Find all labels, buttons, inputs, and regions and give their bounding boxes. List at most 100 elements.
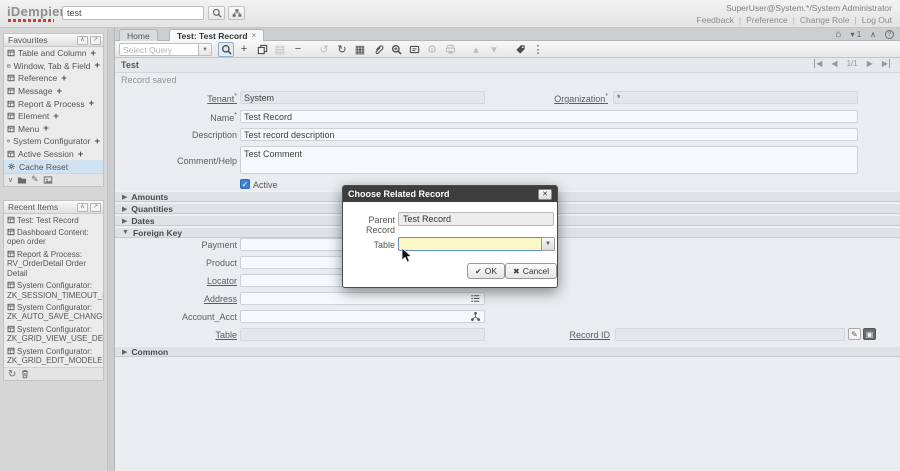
trash-icon[interactable]	[20, 369, 30, 379]
tab-home[interactable]: Home	[119, 29, 158, 41]
select-query-dropdown-icon[interactable]: ▼	[199, 43, 212, 56]
help-icon[interactable]: ?	[885, 30, 894, 39]
sidebar-item-report-process[interactable]: Report & Process+	[4, 97, 103, 110]
window-list-dropdown[interactable]: ▾ 1	[850, 30, 861, 39]
description-field[interactable]	[240, 128, 858, 141]
tenant-label[interactable]: Tenant*	[115, 93, 237, 104]
record-id-label[interactable]: Record ID	[488, 330, 610, 340]
window-count: 1	[857, 30, 861, 39]
add-favourite-icon[interactable]: +	[91, 48, 97, 59]
collapse-panel-icon[interactable]: ∧	[77, 36, 88, 45]
sidebar-item-system-configurator[interactable]: System Configurator+	[4, 135, 103, 148]
item-label: System Configurator: ZK_SESSION_TIMEOUT_…	[7, 281, 103, 299]
last-record-icon[interactable]: ▶	[882, 59, 890, 68]
add-favourite-icon[interactable]: +	[78, 149, 84, 160]
add-favourite-icon[interactable]: +	[89, 98, 95, 109]
table-lookup-input[interactable]	[398, 237, 541, 251]
home-icon[interactable]: ⌂	[835, 29, 841, 40]
status-message: Record saved	[121, 75, 177, 85]
recent-item[interactable]: Report & Process: RV_OrderDetail Order D…	[4, 248, 103, 279]
select-query-combo[interactable]: Select Query	[119, 43, 199, 56]
table-dropdown-icon[interactable]: ▼	[541, 237, 555, 251]
add-favourite-icon[interactable]: +	[61, 73, 67, 84]
find-button[interactable]	[218, 42, 234, 57]
more-actions-button[interactable]: ⋮	[530, 42, 546, 57]
sidebar-item-reference[interactable]: Reference+	[4, 72, 103, 85]
copy-icon	[257, 44, 268, 55]
sidebar-item-table-and-column[interactable]: Table and Column+	[4, 47, 103, 60]
tab-test-record[interactable]: Test: Test Record ×	[169, 29, 264, 41]
logout-link[interactable]: Log Out	[862, 15, 892, 25]
close-tab-icon[interactable]: ×	[252, 31, 257, 40]
zoom-record-icon: ▣	[866, 330, 874, 339]
label-button[interactable]	[512, 42, 528, 57]
address-field[interactable]	[240, 292, 485, 305]
address-label[interactable]: Address	[115, 294, 237, 304]
refresh-button[interactable]: ↻	[334, 42, 350, 57]
sidebar-item-message[interactable]: Message +	[4, 85, 103, 98]
close-dialog-button[interactable]: ✕	[538, 189, 552, 200]
cancel-button[interactable]: ✖Cancel	[505, 263, 557, 279]
sidebar-item-menu[interactable]: Menu+	[4, 123, 103, 136]
account-acct-field[interactable]	[240, 310, 485, 323]
dialog-header[interactable]: Choose Related Record ✕	[343, 186, 557, 202]
global-search-input[interactable]	[62, 6, 204, 20]
active-checkbox[interactable]: ✓	[240, 179, 250, 189]
attachment-button[interactable]	[370, 42, 386, 57]
record-id-edit-button[interactable]: ✎	[848, 328, 861, 340]
collapse-icon[interactable]: ∧	[870, 30, 876, 39]
chat-button[interactable]	[406, 42, 422, 57]
recent-item[interactable]: System Configurator: ZK_GRID_VIEW_USE_DE…	[4, 323, 103, 345]
name-field[interactable]	[240, 110, 858, 123]
preference-link[interactable]: Preference	[746, 15, 788, 25]
add-favourite-icon[interactable]: +	[53, 111, 59, 122]
recent-item[interactable]: Test: Test Record	[4, 214, 103, 226]
comment-help-field[interactable]: Test Comment	[240, 146, 858, 174]
grid-toggle-button[interactable]: ▦	[352, 42, 368, 57]
item-label: System Configurator: ZK_AUTO_SAVE_CHANGE…	[7, 303, 103, 321]
sidebar-item-cache-reset[interactable]: Cache Reset	[4, 160, 103, 173]
tabbar-controls: ⌂ ▾ 1 ∧ ?	[835, 28, 894, 41]
chevron-down-icon[interactable]: ∨	[8, 176, 13, 184]
item-label: Message	[18, 86, 53, 96]
add-favourite-icon[interactable]: +	[94, 136, 100, 147]
sidebar-splitter[interactable]	[108, 28, 115, 471]
delete-record-button[interactable]: −	[290, 42, 306, 57]
next-record-icon[interactable]: ▶	[867, 59, 873, 68]
collapse-panel-icon[interactable]: ∧	[77, 203, 88, 212]
add-favourite-icon[interactable]: +	[94, 60, 100, 71]
menu-lookup-button[interactable]	[228, 6, 245, 20]
copy-record-button[interactable]	[254, 42, 270, 57]
change-role-link[interactable]: Change Role	[800, 15, 850, 25]
edit-icon[interactable]: ✎	[31, 174, 39, 185]
sidebar-item-window-tab-field[interactable]: Window, Tab & Field+	[4, 60, 103, 73]
previous-record-icon[interactable]: ◀	[831, 59, 837, 68]
sidebar-item-active-session[interactable]: Active Session+	[4, 148, 103, 161]
first-record-icon[interactable]: ◀	[814, 59, 822, 68]
section-common[interactable]: ▶Common	[115, 346, 900, 357]
address-detail-icon[interactable]	[470, 293, 481, 304]
resize-panel-icon[interactable]: ↗	[90, 36, 101, 45]
zoom-button[interactable]	[388, 42, 404, 57]
folder-icon[interactable]	[17, 175, 27, 185]
recent-item[interactable]: System Configurator: ZK_AUTO_SAVE_CHANGE…	[4, 302, 103, 324]
add-favourite-icon[interactable]: +	[57, 86, 63, 97]
app-header: iDempiere SuperUser@System.*/System Admi…	[0, 0, 900, 28]
new-record-button[interactable]: +	[236, 42, 252, 57]
recent-item[interactable]: System Configurator: ZK_SESSION_TIMEOUT_…	[4, 280, 103, 302]
table-label[interactable]: Table	[115, 330, 237, 340]
refresh-icon[interactable]: ↻	[8, 369, 16, 380]
add-favourite-icon[interactable]: +	[43, 123, 49, 134]
recent-item[interactable]: Dashboard Content: open order	[4, 226, 103, 248]
image-icon[interactable]	[43, 175, 53, 185]
feedback-link[interactable]: Feedback	[697, 15, 734, 25]
organization-label[interactable]: Organization*	[486, 93, 608, 104]
search-button[interactable]	[208, 6, 225, 20]
recent-item[interactable]: System Configurator: ZK_GRID_EDIT_MODELE…	[4, 345, 103, 367]
ok-button[interactable]: ✔OK	[467, 263, 505, 279]
account-combination-icon[interactable]	[470, 311, 481, 322]
record-id-zoom-button[interactable]: ▣	[863, 328, 876, 340]
sidebar-item-element[interactable]: Element+	[4, 110, 103, 123]
resize-panel-icon[interactable]: ↗	[90, 203, 101, 212]
locator-label[interactable]: Locator	[115, 276, 237, 286]
